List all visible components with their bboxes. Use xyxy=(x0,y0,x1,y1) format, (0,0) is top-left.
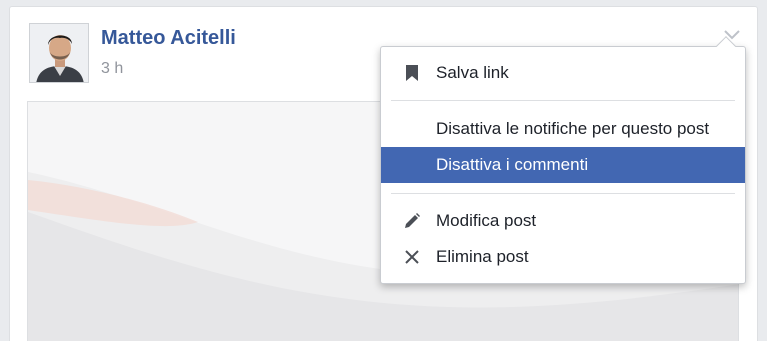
menu-item-save-link[interactable]: Salva link xyxy=(381,55,745,91)
menu-divider xyxy=(391,193,735,194)
menu-item-label: Salva link xyxy=(436,63,509,82)
close-icon xyxy=(403,248,421,266)
avatar[interactable] xyxy=(29,23,89,83)
menu-item-edit-post[interactable]: Modifica post xyxy=(381,203,745,239)
post-timestamp[interactable]: 3 h xyxy=(101,60,123,78)
menu-item-delete-post[interactable]: Elimina post xyxy=(381,239,745,275)
bookmark-icon xyxy=(403,64,421,82)
menu-item-disable-notifications[interactable]: Disattiva le notifiche per questo post xyxy=(381,111,745,147)
pencil-icon xyxy=(403,212,421,230)
author-name[interactable]: Matteo Acitelli xyxy=(101,27,236,50)
post-options-menu: Salva link Disattiva le notifiche per qu… xyxy=(380,36,746,284)
menu-item-label: Elimina post xyxy=(436,247,529,266)
menu-item-label: Disattiva i commenti xyxy=(436,155,589,174)
menu-item-label: Modifica post xyxy=(436,211,537,230)
menu-item-label: Disattiva le notifiche per questo post xyxy=(436,119,710,138)
menu-item-disable-comments[interactable]: Disattiva i commenti xyxy=(381,147,745,183)
menu-divider xyxy=(391,100,735,101)
avatar-photo xyxy=(30,24,88,82)
